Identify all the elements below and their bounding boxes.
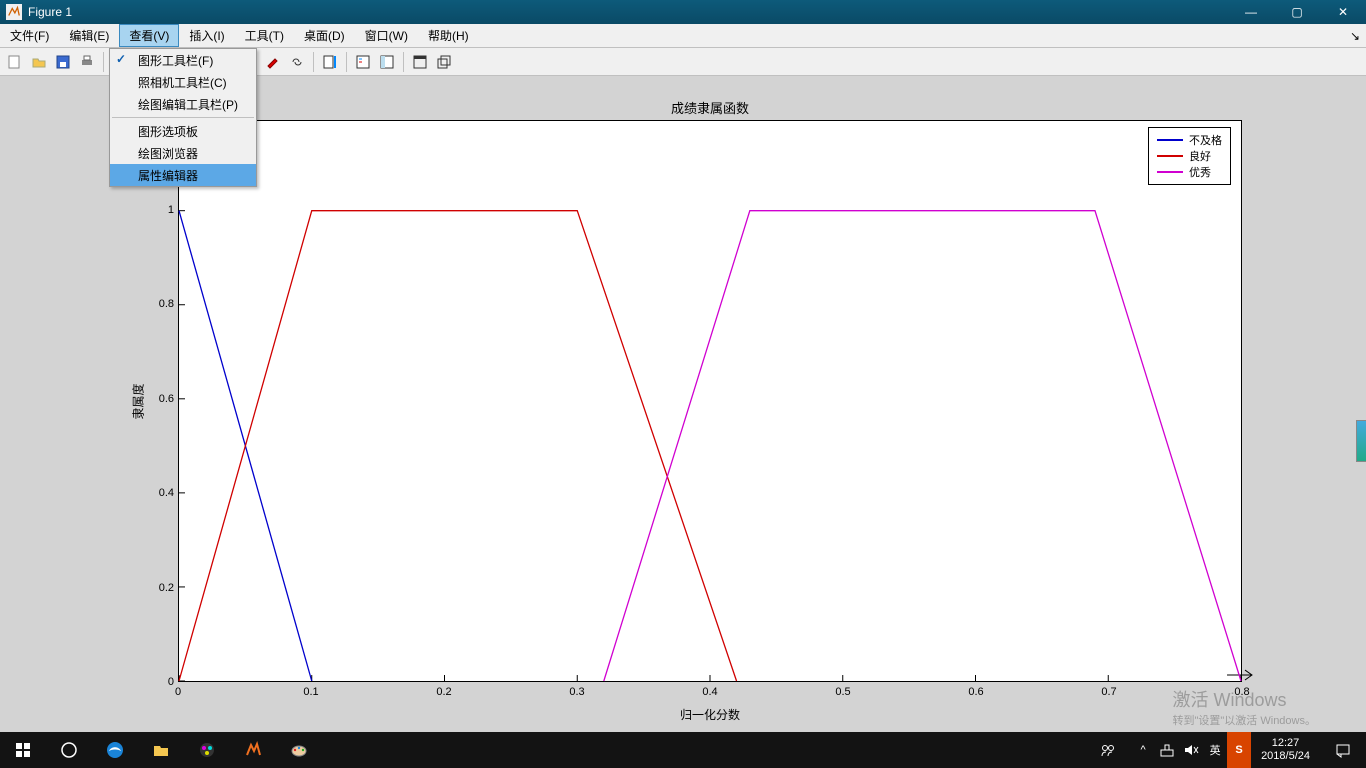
tray-volume-icon[interactable] xyxy=(1179,732,1203,768)
taskbar-edge[interactable] xyxy=(92,732,138,768)
colorbar-button[interactable] xyxy=(319,51,341,73)
taskbar-matlab[interactable] xyxy=(230,732,276,768)
x-tick-label: 0.2 xyxy=(436,686,451,698)
dd-plotedit-toolbar[interactable]: 绘图编辑工具栏(P) xyxy=(110,93,256,115)
y-tick-label: 0.4 xyxy=(144,487,174,499)
y-tick-label: 0.8 xyxy=(144,298,174,310)
axes[interactable]: 不及格 良好 优秀 xyxy=(178,120,1242,682)
window-titlebar: Figure 1 — ▢ ✕ xyxy=(0,0,1366,24)
legend-entry: 良好 xyxy=(1157,148,1222,164)
taskbar-explorer[interactable] xyxy=(138,732,184,768)
legend[interactable]: 不及格 良好 优秀 xyxy=(1148,127,1231,185)
view-dropdown: ✓图形工具栏(F) 照相机工具栏(C) 绘图编辑工具栏(P) 图形选项板 绘图浏… xyxy=(109,48,257,187)
close-button[interactable]: ✕ xyxy=(1320,0,1366,24)
minimize-button[interactable]: — xyxy=(1228,0,1274,24)
chart-title: 成绩隶属函数 xyxy=(178,98,1242,117)
matlab-icon xyxy=(6,4,22,20)
print-button[interactable] xyxy=(76,51,98,73)
y-tick-label: 0 xyxy=(144,676,174,688)
tray-ime[interactable]: 英 xyxy=(1203,732,1227,768)
menu-insert[interactable]: 插入(I) xyxy=(179,24,234,47)
menu-help[interactable]: 帮助(H) xyxy=(418,24,479,47)
y-tick-label: 0.2 xyxy=(144,582,174,594)
open-button[interactable] xyxy=(28,51,50,73)
tray-chevron-up-icon[interactable]: ^ xyxy=(1131,732,1155,768)
maximize-button[interactable]: ▢ xyxy=(1274,0,1320,24)
dropdown-separator xyxy=(112,117,254,118)
dd-property-editor[interactable]: 属性编辑器 xyxy=(110,164,256,186)
tray-people-icon[interactable] xyxy=(1085,732,1131,768)
tray-notifications-icon[interactable] xyxy=(1320,732,1366,768)
cortana-button[interactable] xyxy=(46,732,92,768)
menubar-overflow-icon[interactable]: ↘ xyxy=(1344,24,1366,47)
check-icon: ✓ xyxy=(116,52,126,66)
series-line xyxy=(604,211,1241,681)
dock-button[interactable] xyxy=(409,51,431,73)
toolbar-separator xyxy=(346,52,347,72)
y-tick-label: 0.6 xyxy=(144,393,174,405)
dd-figure-toolbar[interactable]: ✓图形工具栏(F) xyxy=(110,49,256,71)
window-title: Figure 1 xyxy=(28,5,72,19)
start-button[interactable] xyxy=(0,732,46,768)
tray-clock[interactable]: 12:27 2018/5/24 xyxy=(1251,737,1320,763)
brush-button[interactable] xyxy=(262,51,284,73)
legend-button[interactable] xyxy=(352,51,374,73)
menu-file[interactable]: 文件(F) xyxy=(0,24,59,47)
x-axis-label: 归一化分数 xyxy=(178,706,1242,723)
menu-view[interactable]: 查看(V) xyxy=(119,24,179,47)
new-figure-button[interactable] xyxy=(4,51,26,73)
link-button[interactable] xyxy=(286,51,308,73)
hide-plotpalette-button[interactable] xyxy=(376,51,398,73)
tray-network-icon[interactable] xyxy=(1155,732,1179,768)
save-button[interactable] xyxy=(52,51,74,73)
windows-taskbar: ^ 英 S 12:27 2018/5/24 xyxy=(0,732,1366,768)
menu-tools[interactable]: 工具(T) xyxy=(235,24,294,47)
tray-sogou[interactable]: S xyxy=(1227,732,1251,768)
menu-desktop[interactable]: 桌面(D) xyxy=(294,24,355,47)
taskbar-app-1[interactable] xyxy=(184,732,230,768)
legend-entry: 优秀 xyxy=(1157,164,1222,180)
menu-edit[interactable]: 编辑(E) xyxy=(59,24,119,47)
x-tick-label: 0.4 xyxy=(702,686,717,698)
toolbar-separator xyxy=(103,52,104,72)
toolbar-separator xyxy=(403,52,404,72)
y-tick-label: 1 xyxy=(144,204,174,216)
taskbar-paint[interactable] xyxy=(276,732,322,768)
series-line xyxy=(179,211,737,681)
x-tick-label: 0 xyxy=(175,686,181,698)
menu-window[interactable]: 窗口(W) xyxy=(355,24,418,47)
dd-figure-palette[interactable]: 图形选项板 xyxy=(110,120,256,142)
dd-camera-toolbar[interactable]: 照相机工具栏(C) xyxy=(110,71,256,93)
windows-activation-watermark: 激活 Windows 转到"设置"以激活 Windows。 xyxy=(1173,686,1317,728)
x-tick-label: 0.7 xyxy=(1101,686,1116,698)
side-dock-tab[interactable] xyxy=(1356,420,1366,462)
x-tick-label: 0.1 xyxy=(303,686,318,698)
x-tick-label: 0.3 xyxy=(569,686,584,698)
undock-button[interactable] xyxy=(433,51,455,73)
legend-entry: 不及格 xyxy=(1157,132,1222,148)
x-tick-label: 0.5 xyxy=(835,686,850,698)
toolbar-separator xyxy=(313,52,314,72)
menubar: 文件(F) 编辑(E) 查看(V) 插入(I) 工具(T) 桌面(D) 窗口(W… xyxy=(0,24,1366,48)
dd-plot-browser[interactable]: 绘图浏览器 xyxy=(110,142,256,164)
x-tick-label: 0.6 xyxy=(968,686,983,698)
